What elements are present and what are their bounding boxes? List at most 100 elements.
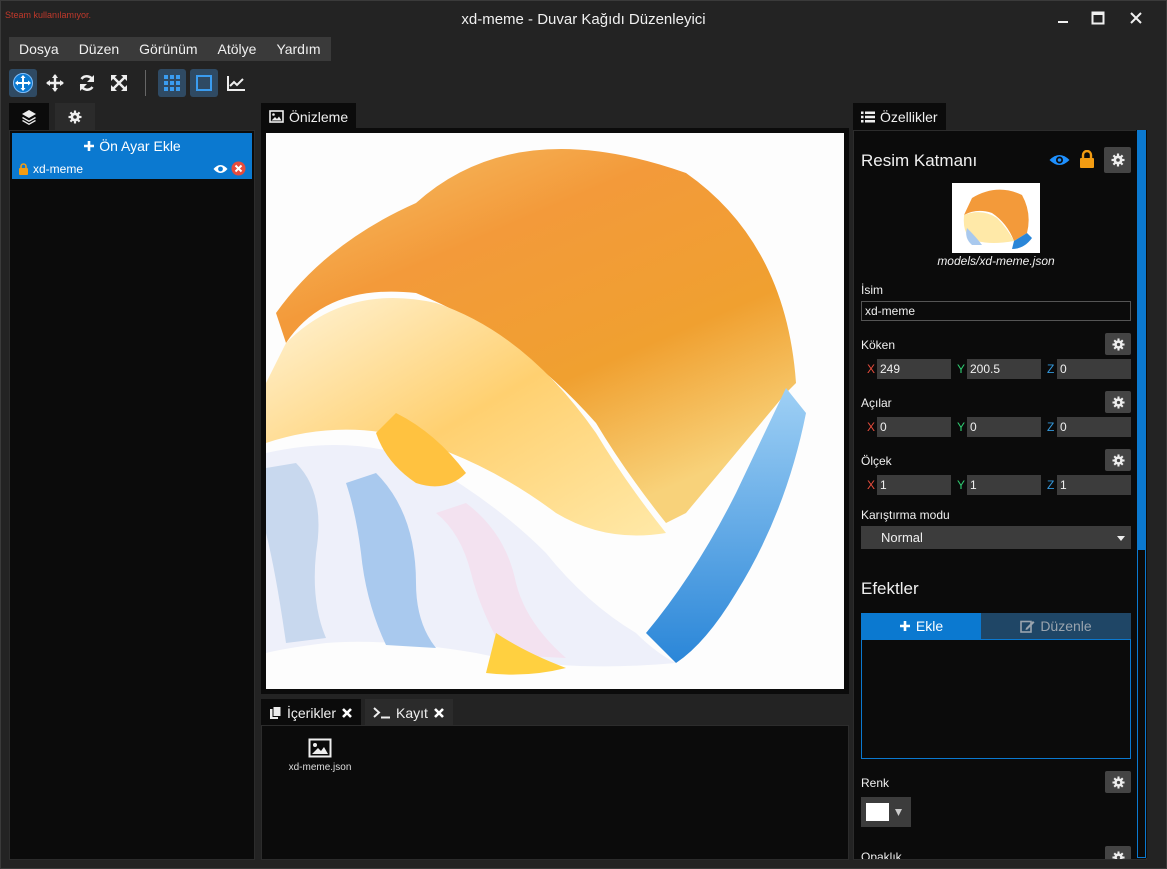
angles-y-field[interactable]: 0 xyxy=(967,417,1041,437)
plus-icon xyxy=(84,140,95,151)
layer-settings-button[interactable] xyxy=(1104,147,1131,173)
contents-panel: xd-meme.json xyxy=(261,725,849,860)
origin-label: Köken xyxy=(861,338,896,352)
properties-scrollbar[interactable] xyxy=(1136,130,1147,858)
performance-button[interactable] xyxy=(222,69,250,97)
close-tab-icon[interactable] xyxy=(341,707,353,719)
name-field[interactable]: xd-meme xyxy=(861,301,1131,321)
axis-x-label: X xyxy=(867,362,876,376)
axis-x-label: X xyxy=(867,420,876,434)
blend-mode-select[interactable]: Normal xyxy=(861,526,1131,549)
toolbar xyxy=(9,68,250,98)
move-tool[interactable] xyxy=(41,69,69,97)
effects-title: Efektler xyxy=(861,579,919,598)
scale-icon xyxy=(111,75,127,91)
gear-icon xyxy=(68,110,82,123)
scale-z-field[interactable]: 1 xyxy=(1057,475,1131,495)
axis-z-label: Z xyxy=(1047,420,1055,434)
frame-toggle[interactable] xyxy=(190,69,218,97)
layer-thumbnail-image xyxy=(963,189,1032,249)
effects-add-button[interactable]: Ekle xyxy=(861,613,981,639)
plus-icon xyxy=(899,621,910,631)
grid-toggle[interactable] xyxy=(158,69,186,97)
angles-z-field[interactable]: 0 xyxy=(1057,417,1131,437)
chart-icon xyxy=(227,76,245,91)
minimize-icon xyxy=(1058,21,1068,23)
angles-x-field[interactable]: 0 xyxy=(877,417,951,437)
tab-preview[interactable]: Önizleme xyxy=(261,103,357,130)
preview-tabbar: Önizleme xyxy=(261,103,357,130)
color-picker-button[interactable] xyxy=(861,797,911,827)
color-swatch xyxy=(866,803,889,821)
scale-settings-button[interactable] xyxy=(1105,449,1131,471)
name-label: İsim xyxy=(861,283,883,297)
delete-layer-icon[interactable] xyxy=(231,161,246,176)
origin-x-field[interactable]: 249 xyxy=(877,359,951,379)
gear-icon xyxy=(1111,337,1125,351)
minimize-button[interactable] xyxy=(1049,7,1077,29)
maximize-button[interactable] xyxy=(1084,7,1112,29)
scale-x-field[interactable]: 1 xyxy=(877,475,951,495)
window-title: xd-meme - Duvar Kağıdı Düzenleyici xyxy=(461,11,706,28)
lock-icon[interactable] xyxy=(1079,150,1095,168)
tab-log[interactable]: Kayıt xyxy=(365,699,453,726)
effects-edit-button[interactable]: Düzenle xyxy=(981,613,1131,639)
lock-icon xyxy=(19,162,28,175)
layers-tabbar xyxy=(9,103,95,130)
layer-thumbnail[interactable] xyxy=(952,183,1040,253)
axis-z-label: Z xyxy=(1047,362,1055,376)
menu-edit[interactable]: Düzen xyxy=(69,37,129,61)
scrollbar-track[interactable] xyxy=(1137,550,1146,858)
axis-z-label: Z xyxy=(1047,478,1055,492)
scale-label: Ölçek xyxy=(861,454,892,468)
gear-icon xyxy=(1111,453,1125,467)
wallpaper-image xyxy=(266,133,844,689)
frame-icon xyxy=(196,75,212,91)
wallpaper-preview[interactable] xyxy=(263,130,847,692)
menu-view[interactable]: Görünüm xyxy=(129,37,207,61)
scrollbar-thumb[interactable] xyxy=(1137,130,1146,550)
close-tab-icon[interactable] xyxy=(433,707,445,719)
visibility-icon[interactable] xyxy=(1049,153,1070,167)
scale-tool[interactable] xyxy=(105,69,133,97)
select-move-tool[interactable] xyxy=(9,69,37,97)
opacity-settings-button[interactable] xyxy=(1105,846,1131,859)
list-icon xyxy=(861,111,875,122)
tab-layer-settings[interactable] xyxy=(55,103,95,130)
add-preset-label: Ön Ayar Ekle xyxy=(99,137,181,154)
menu-file[interactable]: Dosya xyxy=(9,37,69,61)
caret-down-icon xyxy=(895,808,902,816)
color-label: Renk xyxy=(861,776,890,790)
visibility-icon[interactable] xyxy=(213,163,228,175)
content-file-item[interactable]: xd-meme.json xyxy=(284,738,356,773)
tab-properties[interactable]: Özellikler xyxy=(853,103,946,130)
bottom-tabbar: İçerikler Kayıt xyxy=(261,699,453,726)
rotate-icon xyxy=(79,75,95,91)
layer-name: xd-meme xyxy=(33,161,84,176)
blend-mode-value: Normal xyxy=(881,530,923,545)
gear-icon xyxy=(1111,850,1125,859)
layer-type-title: Resim Katmanı xyxy=(861,151,978,170)
close-icon xyxy=(1130,12,1142,24)
opacity-label: Opaklık xyxy=(861,850,902,859)
origin-settings-button[interactable] xyxy=(1105,333,1131,355)
maximize-icon xyxy=(1091,11,1105,25)
angles-settings-button[interactable] xyxy=(1105,391,1131,413)
rotate-tool[interactable] xyxy=(73,69,101,97)
menu-help[interactable]: Yardım xyxy=(266,37,330,61)
add-preset-button[interactable]: Ön Ayar Ekle xyxy=(12,133,252,158)
log-tab-label: Kayıt xyxy=(396,704,428,721)
origin-y-field[interactable]: 200.5 xyxy=(967,359,1041,379)
axis-y-label: Y xyxy=(957,478,966,492)
layer-item[interactable]: xd-meme xyxy=(12,158,252,179)
menu-workshop[interactable]: Atölye xyxy=(208,37,267,61)
menu-bar: Dosya Düzen Görünüm Atölye Yardım xyxy=(9,37,331,61)
scale-y-field[interactable]: 1 xyxy=(967,475,1041,495)
tab-contents[interactable]: İçerikler xyxy=(261,699,362,726)
gear-icon xyxy=(1111,395,1125,409)
close-button[interactable] xyxy=(1122,7,1150,29)
origin-z-field[interactable]: 0 xyxy=(1057,359,1131,379)
color-settings-button[interactable] xyxy=(1105,771,1131,793)
tab-layers[interactable] xyxy=(9,103,49,130)
effects-list[interactable] xyxy=(861,639,1131,759)
